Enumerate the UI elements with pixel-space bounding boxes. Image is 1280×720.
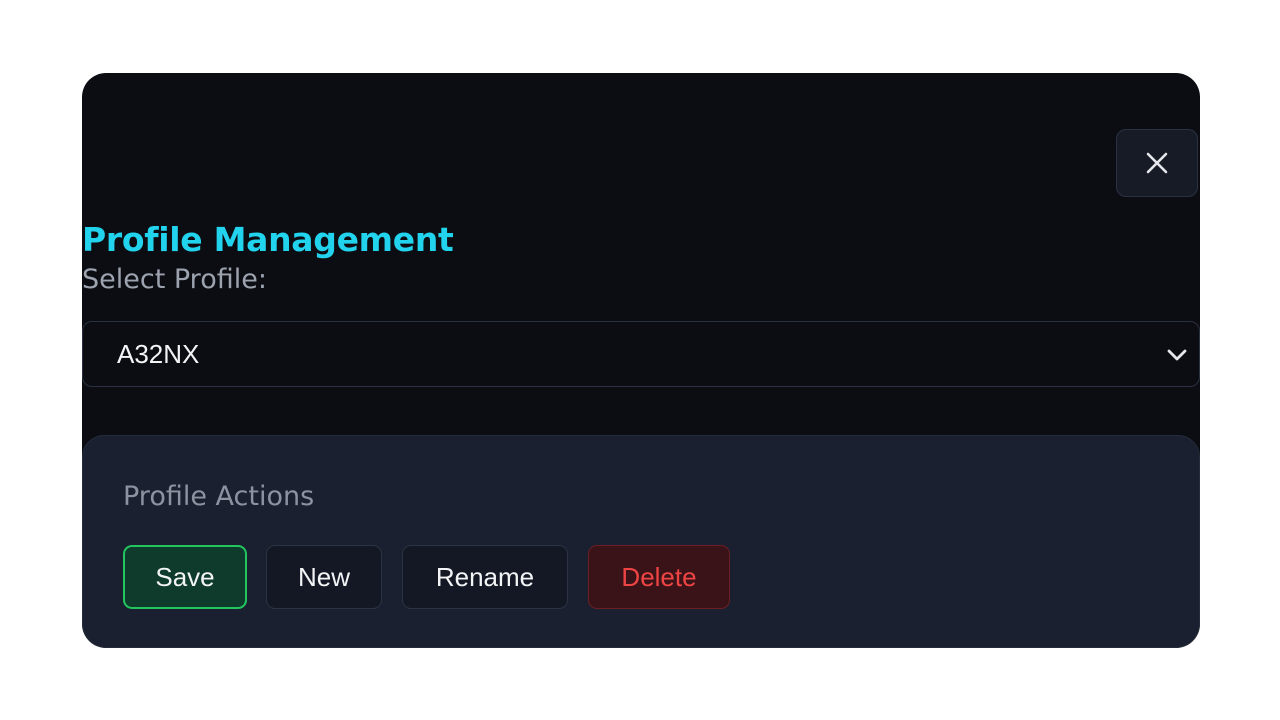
close-button[interactable]	[1116, 129, 1198, 197]
dialog-title: Profile Management	[82, 220, 454, 259]
profile-select-value: A32NX	[117, 339, 200, 369]
profile-actions-title: Profile Actions	[123, 481, 315, 512]
new-button[interactable]: New	[266, 545, 382, 609]
profile-management-dialog: Profile Management Select Profile: A32NX…	[82, 73, 1200, 648]
select-profile-label: Select Profile:	[82, 264, 267, 295]
profile-actions-panel: Profile Actions Save New Rename Delete	[82, 435, 1200, 648]
profile-select[interactable]: A32NX	[82, 321, 1200, 387]
save-button[interactable]: Save	[123, 545, 247, 609]
chevron-down-icon	[1165, 343, 1189, 372]
delete-button[interactable]: Delete	[588, 545, 730, 609]
rename-button[interactable]: Rename	[402, 545, 568, 609]
close-icon	[1144, 150, 1170, 176]
